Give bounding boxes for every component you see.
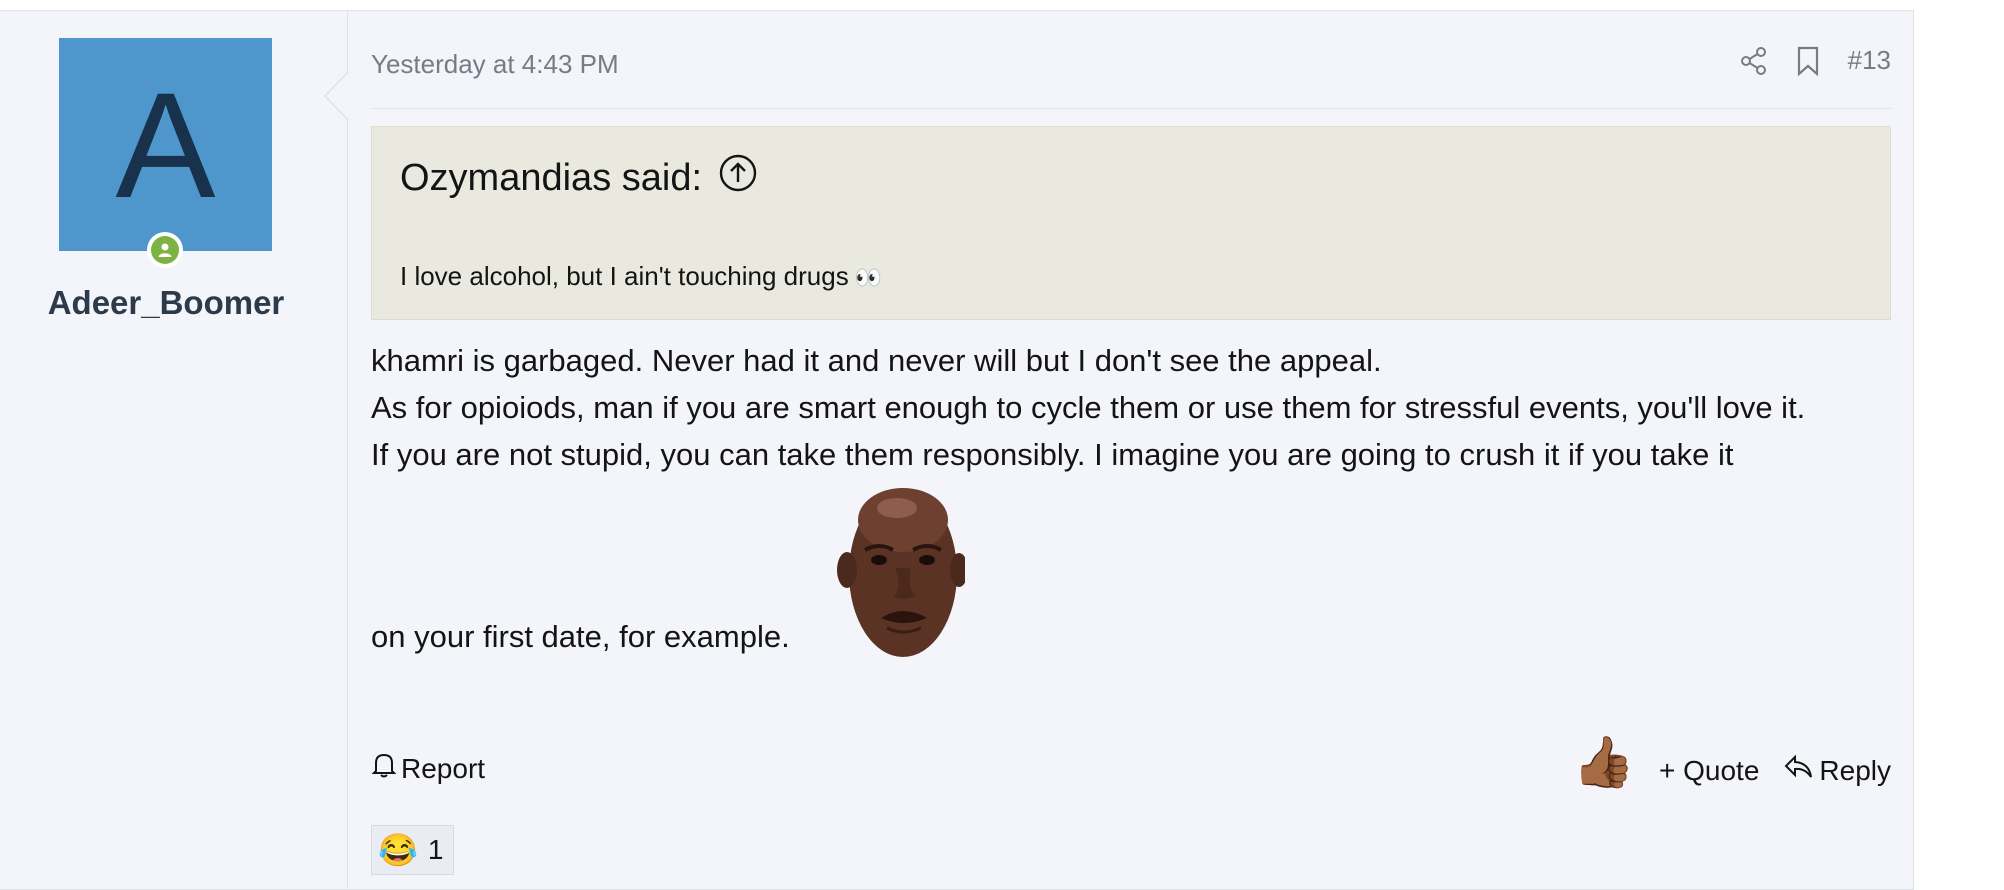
reply-arrow-icon bbox=[1783, 754, 1813, 787]
quote-block: Ozymandias said: I love alcohol, but I a… bbox=[371, 126, 1891, 320]
report-label: Report bbox=[401, 752, 486, 784]
quote-button[interactable]: + Quote bbox=[1659, 755, 1759, 787]
avatar-letter: A bbox=[115, 60, 216, 229]
message-line: khamri is garbaged. Never had it and nev… bbox=[371, 343, 1382, 378]
report-link[interactable]: Report bbox=[371, 751, 485, 786]
message-line-with-image: on your first date, for example. bbox=[371, 478, 1891, 660]
message-arrow-inner bbox=[326, 73, 348, 119]
user-sidebar: A Adeer_Boomer bbox=[0, 11, 348, 889]
quote-author[interactable]: Ozymandias said: bbox=[400, 157, 702, 200]
message-body: khamri is garbaged. Never had it and nev… bbox=[371, 337, 1891, 660]
post-timestamp[interactable]: Yesterday at 4:43 PM bbox=[371, 49, 619, 80]
post-meta: Yesterday at 4:43 PM #13 bbox=[371, 37, 1891, 109]
face-sticker-image bbox=[837, 478, 968, 658]
reaction-summary[interactable]: 😂 1 bbox=[371, 825, 455, 875]
post-actions: 👍🏾 + Quote Reply bbox=[1573, 737, 1891, 787]
message-line: As for opioiods, man if you are smart en… bbox=[371, 390, 1806, 425]
reaction-count: 1 bbox=[427, 834, 444, 865]
eyes-emoji: 👀 bbox=[854, 265, 883, 290]
arrow-up-circle-icon[interactable] bbox=[718, 153, 758, 203]
avatar[interactable]: A bbox=[59, 38, 272, 251]
online-status-icon bbox=[147, 232, 183, 268]
forum-post: A Adeer_Boomer Yesterday at 4:43 PM #13 … bbox=[0, 10, 1914, 890]
laugh-reaction-emoji: 😂 bbox=[378, 832, 418, 868]
share-icon[interactable] bbox=[1740, 46, 1768, 76]
reply-button[interactable]: Reply bbox=[1783, 754, 1891, 787]
username-link[interactable]: Adeer_Boomer bbox=[0, 284, 332, 322]
like-button[interactable]: 👍🏾 bbox=[1573, 737, 1635, 787]
post-meta-actions: #13 bbox=[1740, 45, 1891, 76]
quote-button-label: + Quote bbox=[1659, 755, 1760, 786]
quote-text: I love alcohol, but I ain't touching dru… bbox=[400, 261, 882, 292]
message-line: on your first date, for example. bbox=[371, 619, 790, 654]
post-content: Yesterday at 4:43 PM #13 Ozymandias said… bbox=[371, 11, 1891, 889]
bell-icon bbox=[371, 751, 397, 786]
reply-button-label: Reply bbox=[1819, 754, 1891, 786]
quote-text-content: I love alcohol, but I ain't touching dru… bbox=[400, 261, 849, 291]
message-line: If you are not stupid, you can take them… bbox=[371, 437, 1734, 472]
quote-header: Ozymandias said: bbox=[400, 153, 758, 203]
bookmark-icon[interactable] bbox=[1796, 46, 1820, 76]
post-number-link[interactable]: #13 bbox=[1848, 45, 1891, 76]
